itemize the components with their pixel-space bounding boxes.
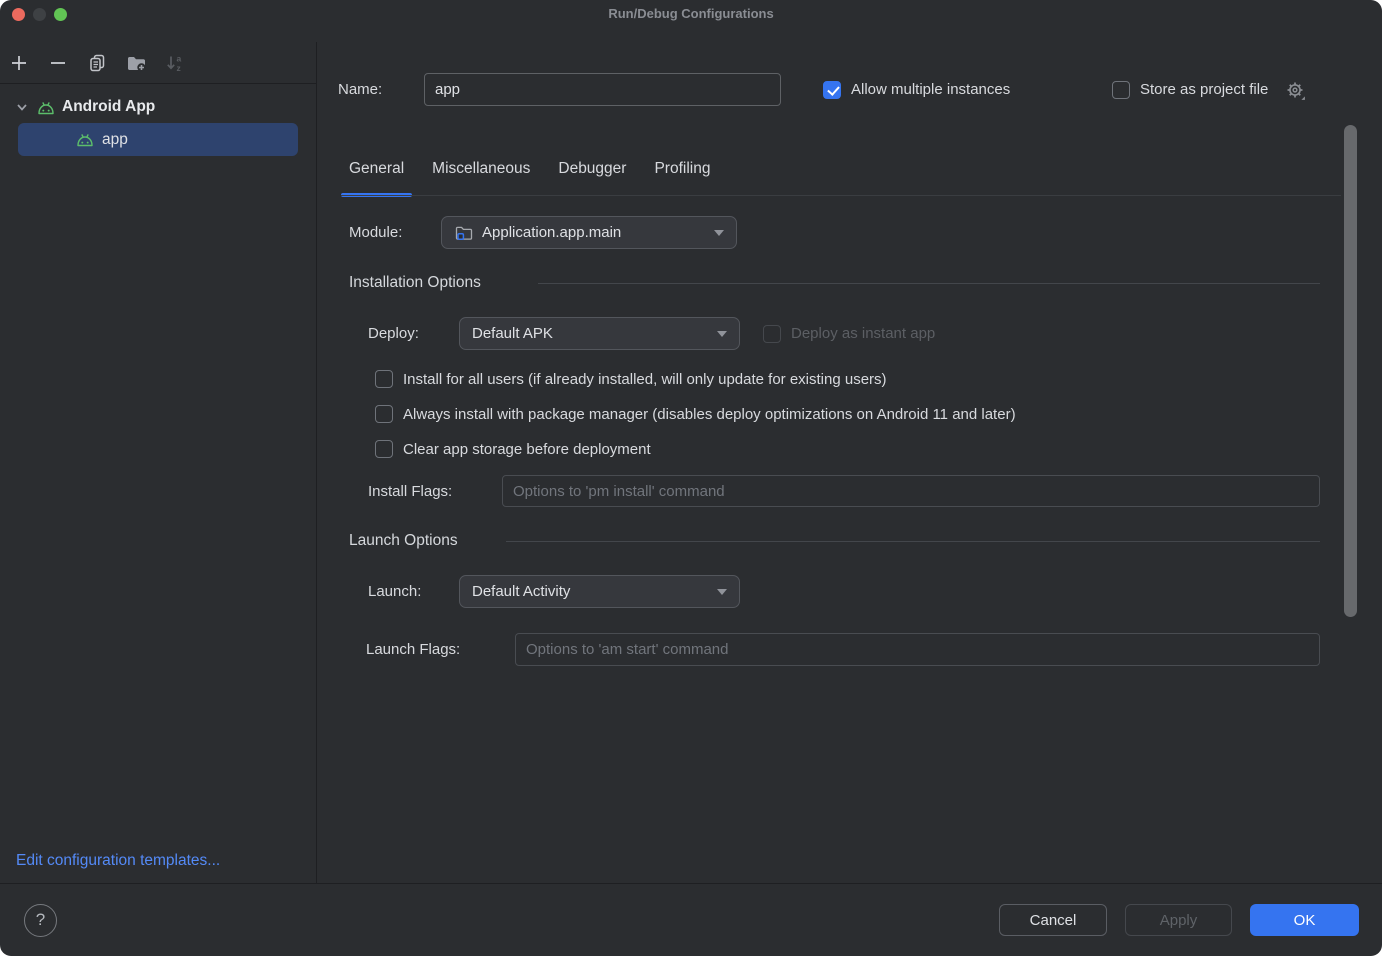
install-flags-row: Install Flags: bbox=[368, 475, 452, 507]
dropdown-caret-icon bbox=[717, 589, 727, 595]
sort-az-icon: a z bbox=[164, 52, 186, 74]
clear-app-storage-label: Clear app storage before deployment bbox=[403, 441, 651, 458]
tab-general[interactable]: General bbox=[341, 155, 412, 183]
module-folder-icon bbox=[454, 223, 474, 243]
deploy-value: Default APK bbox=[472, 325, 553, 342]
module-row: Module: bbox=[349, 216, 402, 249]
always-install-package-manager-option: Always install with package manager (dis… bbox=[375, 403, 1016, 425]
deploy-instant-app-option: Deploy as instant app bbox=[763, 317, 935, 350]
tree-item-app[interactable]: app bbox=[18, 123, 298, 156]
store-as-project-file-label: Store as project file bbox=[1140, 81, 1268, 98]
copy-configuration-button[interactable] bbox=[86, 52, 108, 74]
dialog-footer: ? Cancel Apply OK bbox=[0, 883, 1382, 956]
new-folder-button[interactable] bbox=[125, 52, 147, 74]
launch-dropdown[interactable]: Default Activity bbox=[459, 575, 740, 608]
deploy-dropdown[interactable]: Default APK bbox=[459, 317, 740, 350]
launch-options-divider bbox=[506, 541, 1320, 542]
tab-strip-divider bbox=[341, 195, 1341, 196]
deploy-label: Deploy: bbox=[368, 325, 419, 342]
module-dropdown[interactable]: Application.app.main bbox=[441, 216, 737, 249]
sort-configurations-button[interactable]: a z bbox=[164, 52, 186, 74]
install-all-users-option: Install for all users (if already instal… bbox=[375, 368, 887, 390]
launch-flags-row: Launch Flags: bbox=[366, 633, 460, 666]
launch-flags-label: Launch Flags: bbox=[366, 641, 460, 658]
plus-icon bbox=[8, 52, 30, 74]
module-value: Application.app.main bbox=[482, 224, 621, 241]
titlebar: Run/Debug Configurations bbox=[0, 0, 1382, 42]
remove-configuration-button[interactable] bbox=[47, 52, 69, 74]
always-install-package-manager-label: Always install with package manager (dis… bbox=[403, 406, 1016, 423]
store-as-project-file-checkbox[interactable] bbox=[1112, 81, 1130, 99]
gear-icon bbox=[1284, 79, 1306, 101]
clear-app-storage-checkbox[interactable] bbox=[375, 440, 393, 458]
configuration-editor: Name: Allow multiple instances Store as … bbox=[317, 42, 1382, 883]
tab-miscellaneous[interactable]: Miscellaneous bbox=[424, 155, 538, 183]
store-as-project-file-option: Store as project file bbox=[1112, 73, 1306, 106]
deploy-row: Deploy: bbox=[368, 317, 419, 350]
installation-options-header: Installation Options bbox=[349, 272, 481, 294]
add-configuration-button[interactable] bbox=[8, 52, 30, 74]
tab-profiling[interactable]: Profiling bbox=[646, 155, 718, 183]
tree-group-label: Android App bbox=[62, 98, 155, 116]
name-row: Name: bbox=[338, 73, 382, 106]
deploy-instant-app-checkbox bbox=[763, 325, 781, 343]
install-all-users-label: Install for all users (if already instal… bbox=[403, 371, 887, 388]
launch-options-header: Launch Options bbox=[349, 530, 458, 552]
store-settings-button[interactable] bbox=[1284, 79, 1306, 101]
tab-debugger[interactable]: Debugger bbox=[550, 155, 634, 183]
svg-text:z: z bbox=[177, 63, 181, 73]
always-install-package-manager-checkbox[interactable] bbox=[375, 405, 393, 423]
name-input[interactable] bbox=[424, 73, 781, 106]
dropdown-caret-icon bbox=[717, 331, 727, 337]
tab-profiling-label: Profiling bbox=[654, 160, 710, 178]
copy-icon bbox=[86, 52, 108, 74]
install-all-users-checkbox[interactable] bbox=[375, 370, 393, 388]
question-mark-icon: ? bbox=[36, 910, 45, 930]
tab-bar: General Miscellaneous Debugger Profiling bbox=[341, 155, 730, 183]
edit-configuration-templates-link[interactable]: Edit configuration templates... bbox=[16, 852, 220, 870]
module-label: Module: bbox=[349, 224, 402, 241]
name-label: Name: bbox=[338, 81, 382, 98]
deploy-instant-app-label: Deploy as instant app bbox=[791, 325, 935, 342]
launch-label: Launch: bbox=[368, 583, 421, 600]
tab-debugger-label: Debugger bbox=[558, 160, 626, 178]
window-title: Run/Debug Configurations bbox=[0, 6, 1382, 21]
allow-multiple-instances-label: Allow multiple instances bbox=[851, 81, 1010, 98]
tree-group-android-app[interactable]: Android App bbox=[0, 96, 155, 118]
chevron-down-icon bbox=[14, 99, 30, 115]
new-folder-icon bbox=[125, 52, 147, 74]
android-icon bbox=[75, 131, 95, 148]
tab-miscellaneous-label: Miscellaneous bbox=[432, 160, 530, 178]
install-flags-input[interactable] bbox=[502, 475, 1320, 507]
vertical-scrollbar-thumb[interactable] bbox=[1344, 125, 1357, 617]
svg-text:a: a bbox=[177, 53, 182, 63]
footer-buttons: Cancel Apply OK bbox=[999, 904, 1359, 936]
cancel-button[interactable]: Cancel bbox=[999, 904, 1107, 936]
dropdown-caret-icon bbox=[714, 230, 724, 236]
run-debug-configurations-dialog: Run/Debug Configurations bbox=[0, 0, 1382, 956]
installation-options-divider bbox=[538, 283, 1320, 284]
install-flags-label: Install Flags: bbox=[368, 483, 452, 500]
launch-flags-input[interactable] bbox=[515, 633, 1320, 666]
help-button[interactable]: ? bbox=[24, 904, 57, 937]
ok-button[interactable]: OK bbox=[1250, 904, 1359, 936]
sidebar-toolbar: a z bbox=[0, 42, 316, 84]
launch-value: Default Activity bbox=[472, 583, 570, 600]
launch-row: Launch: bbox=[368, 575, 421, 608]
tree-item-label: app bbox=[102, 131, 128, 149]
allow-multiple-instances-option: Allow multiple instances bbox=[823, 73, 1010, 106]
clear-app-storage-option: Clear app storage before deployment bbox=[375, 438, 651, 460]
android-icon bbox=[36, 99, 56, 116]
apply-button: Apply bbox=[1125, 904, 1232, 936]
allow-multiple-instances-checkbox[interactable] bbox=[823, 81, 841, 99]
configurations-sidebar: a z Android App app Edit configuration t… bbox=[0, 42, 317, 883]
minus-icon bbox=[47, 52, 69, 74]
tab-general-label: General bbox=[349, 160, 404, 178]
